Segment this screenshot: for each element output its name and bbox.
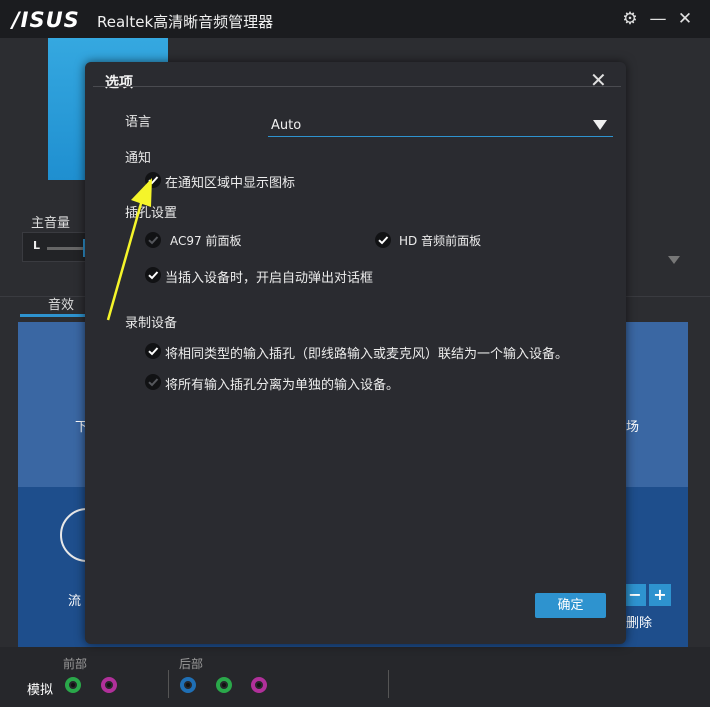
annotation-arrow-icon — [106, 178, 152, 321]
